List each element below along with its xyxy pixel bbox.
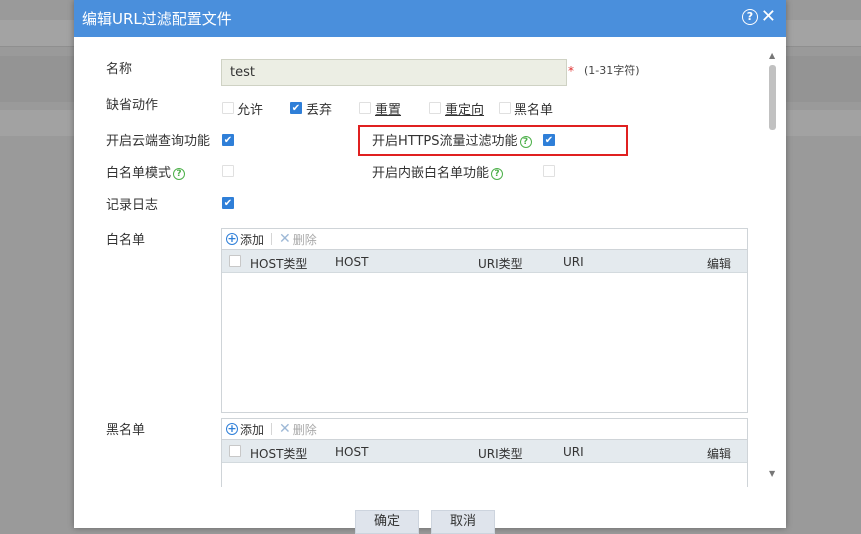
titlebar-icons: ? ✕ <box>741 8 776 26</box>
default-action-label: 缺省动作 <box>106 98 159 113</box>
delete-icon: ✕ <box>279 231 291 247</box>
action-allow-checkbox[interactable] <box>222 102 234 114</box>
name-label: 名称 <box>106 62 133 77</box>
scroll-up-icon[interactable]: ▲ <box>769 51 775 60</box>
dialog-scrollbar[interactable]: ▲ ▼ <box>766 47 782 489</box>
https-filter-checkbox[interactable] <box>543 134 555 146</box>
blacklist-label: 黑名单 <box>106 423 146 438</box>
column-header[interactable]: URI类型 <box>478 255 523 272</box>
blacklist-toolbar: + 添加 ✕ 删除 <box>222 419 747 440</box>
blacklist-delete-label: 删除 <box>292 422 317 437</box>
log-checkbox[interactable] <box>222 197 234 209</box>
close-icon[interactable]: ✕ <box>761 8 776 26</box>
action-blacklist-label[interactable]: 黑名单 <box>514 99 553 118</box>
edit-url-filter-dialog: 编辑URL过滤配置文件 ? ✕ 名称 test * (1-31字符) 缺省动作 … <box>74 0 786 534</box>
whitelist-delete-label: 删除 <box>292 232 317 247</box>
whitelist-label: 白名单 <box>106 233 146 248</box>
column-header[interactable]: 编辑 <box>707 255 731 272</box>
column-header[interactable]: HOST类型 <box>250 255 307 272</box>
action-allow-label[interactable]: 允许 <box>237 99 263 118</box>
dialog-title: 编辑URL过滤配置文件 <box>82 10 232 28</box>
whitelist-mode-label: 白名单模式? <box>106 162 186 181</box>
column-header[interactable]: URI <box>563 255 584 269</box>
column-header[interactable]: URI类型 <box>478 445 523 462</box>
column-header[interactable]: URI <box>563 445 584 459</box>
log-label: 记录日志 <box>106 198 159 213</box>
action-reset-checkbox[interactable] <box>359 102 371 114</box>
dialog-body: 名称 test * (1-31字符) 缺省动作 允许 丢弃 重置 重定向 黑名单… <box>74 37 786 487</box>
whitelist-toolbar: + 添加 ✕ 删除 <box>222 229 747 250</box>
column-header[interactable]: 编辑 <box>707 445 731 462</box>
ok-button[interactable]: 确定 <box>355 510 419 534</box>
https-filter-label-text: 开启HTTPS流量过滤功能 <box>372 134 518 149</box>
delete-icon: ✕ <box>279 421 291 437</box>
dialog-footer: 确定 取消 <box>74 487 786 534</box>
cloud-query-checkbox[interactable] <box>222 134 234 146</box>
cloud-query-label: 开启云端查询功能 <box>106 134 211 149</box>
whitelist-delete-button[interactable]: ✕ 删除 <box>279 231 317 248</box>
help-icon[interactable]: ? <box>741 9 758 25</box>
whitelist-header-row: HOST类型 HOST URI类型 URI 编辑 <box>222 250 747 273</box>
embedded-whitelist-label-text: 开启内嵌白名单功能 <box>372 166 490 181</box>
action-blacklist-checkbox[interactable] <box>499 102 511 114</box>
action-reset-label[interactable]: 重置 <box>375 99 401 118</box>
required-mark: * <box>568 64 574 78</box>
name-length-hint: (1-31字符) <box>584 64 640 77</box>
whitelist-mode-checkbox[interactable] <box>222 165 234 177</box>
whitelist-grid: + 添加 ✕ 删除 HOST类型 HOST URI类型 URI 编辑 <box>221 228 748 413</box>
blacklist-add-button[interactable]: + 添加 <box>226 421 264 438</box>
embedded-whitelist-label: 开启内嵌白名单功能? <box>372 162 504 181</box>
whitelist-mode-label-text: 白名单模式 <box>106 166 172 181</box>
dialog-titlebar: 编辑URL过滤配置文件 ? ✕ <box>74 0 786 37</box>
action-redirect-checkbox[interactable] <box>429 102 441 114</box>
blacklist-select-all-checkbox[interactable] <box>229 445 241 457</box>
plus-icon: + <box>226 422 238 435</box>
whitelist-add-button[interactable]: + 添加 <box>226 231 264 248</box>
whitelist-select-all-checkbox[interactable] <box>229 255 241 267</box>
embedded-whitelist-checkbox[interactable] <box>543 165 555 177</box>
blacklist-header-row: HOST类型 HOST URI类型 URI 编辑 <box>222 440 747 463</box>
action-drop-label[interactable]: 丢弃 <box>306 99 332 118</box>
scroll-down-icon[interactable]: ▼ <box>769 469 775 478</box>
scrollbar-thumb[interactable] <box>769 65 776 130</box>
action-redirect-label[interactable]: 重定向 <box>445 99 484 118</box>
blacklist-delete-button[interactable]: ✕ 删除 <box>279 421 317 438</box>
column-header[interactable]: HOST <box>335 445 368 459</box>
toolbar-separator <box>271 233 273 245</box>
whitelist-add-label: 添加 <box>240 232 265 247</box>
toolbar-separator <box>271 423 273 435</box>
column-header[interactable]: HOST类型 <box>250 445 307 462</box>
plus-icon: + <box>226 232 238 245</box>
blacklist-grid: + 添加 ✕ 删除 HOST类型 HOST URI类型 URI 编辑 <box>221 418 748 487</box>
embedded-whitelist-help-icon[interactable]: ? <box>491 168 504 180</box>
whitelist-mode-help-icon[interactable]: ? <box>173 168 186 180</box>
https-filter-help-icon[interactable]: ? <box>519 136 532 148</box>
blacklist-add-label: 添加 <box>240 422 265 437</box>
action-drop-checkbox[interactable] <box>290 102 302 114</box>
https-filter-label: 开启HTTPS流量过滤功能? <box>372 130 532 149</box>
cancel-button[interactable]: 取消 <box>431 510 495 534</box>
column-header[interactable]: HOST <box>335 255 368 269</box>
name-input[interactable]: test <box>221 59 567 86</box>
